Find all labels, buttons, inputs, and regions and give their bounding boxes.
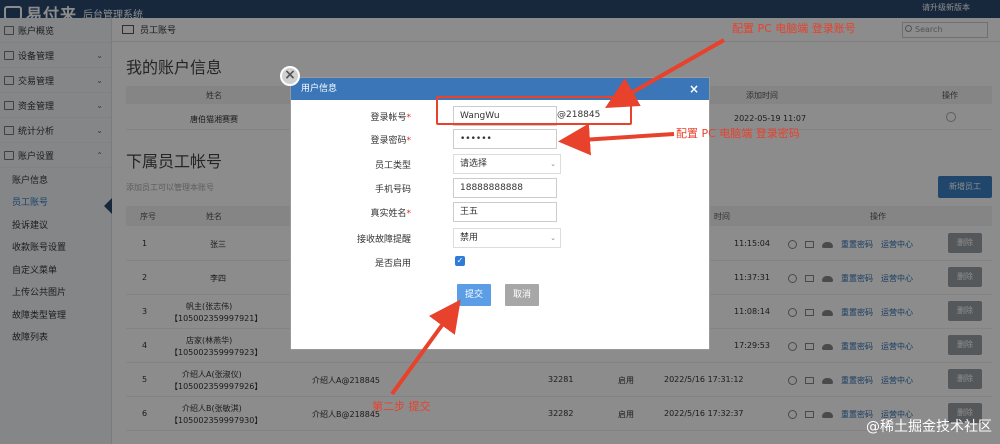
- field-phone: 手机号码 18888888888: [291, 177, 711, 199]
- highlight-box: [436, 96, 632, 125]
- field-fault-alert: 接收故障提醒 禁用 ⌄: [291, 227, 711, 249]
- enabled-checkbox[interactable]: ✓: [455, 256, 465, 266]
- real-name-input[interactable]: 王五: [453, 202, 557, 222]
- field-login-password: 登录密码* ••••••: [291, 128, 711, 150]
- modal-title: 用户信息: [301, 84, 338, 94]
- staff-type-select[interactable]: 请选择 ⌄: [453, 154, 561, 174]
- account-note: 配置 PC 电脑端 登录账号: [732, 22, 856, 35]
- watermark: @稀土掘金技术社区: [866, 419, 992, 435]
- cancel-button[interactable]: 取消: [505, 284, 539, 306]
- close-icon[interactable]: ×: [689, 78, 699, 100]
- fault-alert-select[interactable]: 禁用 ⌄: [453, 228, 561, 248]
- chevron-down-icon: ⌄: [550, 234, 556, 242]
- field-enabled: 是否启用 ✓: [291, 251, 711, 273]
- password-note: 配置 PC 电脑端 登录密码: [676, 127, 800, 140]
- field-staff-type: 员工类型 请选择 ⌄: [291, 153, 711, 175]
- enabled-label: 是否启用: [374, 259, 411, 269]
- login-account-label: 登录帐号*: [370, 113, 411, 123]
- login-password-input[interactable]: ••••••: [453, 129, 557, 149]
- submit-button[interactable]: 提交: [457, 284, 491, 306]
- fault-alert-label: 接收故障提醒: [356, 235, 411, 245]
- chevron-down-icon: ⌄: [550, 160, 556, 168]
- step-note: 第二步 提交: [372, 400, 431, 413]
- login-password-label: 登录密码*: [370, 136, 411, 146]
- close-circle-icon[interactable]: ×: [280, 66, 300, 86]
- real-name-label: 真实姓名*: [370, 209, 411, 219]
- phone-input[interactable]: 18888888888: [453, 178, 557, 198]
- phone-label: 手机号码: [374, 185, 411, 195]
- staff-type-label: 员工类型: [374, 161, 411, 171]
- field-real-name: 真实姓名* 王五: [291, 201, 711, 223]
